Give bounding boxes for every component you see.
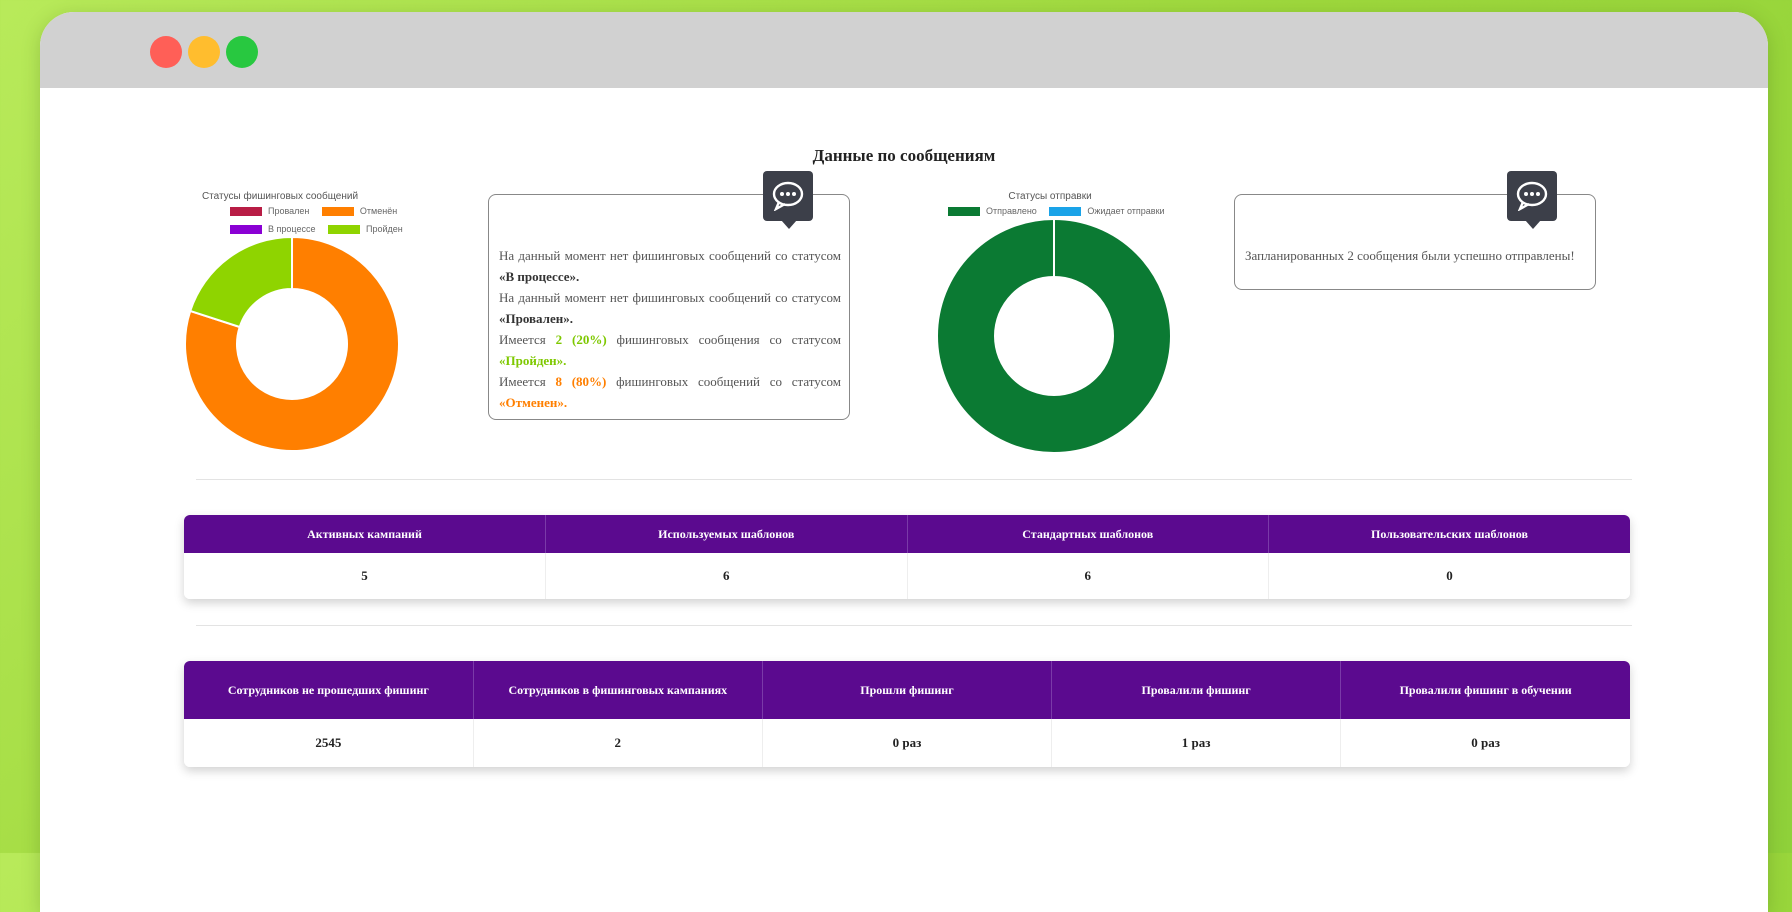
legend-label: Ожидает отправки [1087,206,1165,216]
maximize-window-button[interactable] [226,36,258,68]
campaign-stats-table: Активных кампаний Используемых шаблонов … [184,515,1630,599]
send-info-box: Запланированных 2 сообщения были успешно… [1234,171,1596,290]
legend-label: В процессе [268,224,316,234]
column-header: Прошли фишинг [762,661,1053,719]
window-titlebar [40,12,1768,88]
failed-in-training-value: 0 раз [1340,719,1630,767]
phishing-status-donut-chart [184,235,400,452]
info-line-cancelled: Имеется 8 (80%) фишинговых сообщений со … [499,374,842,410]
info-line-in-progress: На данный момент нет фишинговых сообщени… [499,248,841,284]
info-line-failed: На данный момент нет фишинговых сообщени… [499,290,841,326]
chat-bubble-icon [1507,171,1557,229]
close-window-button[interactable] [150,36,182,68]
legend-swatch [948,206,980,216]
legend-item-cancelled[interactable]: Отменён [321,202,398,220]
not-phished-employees-value: 2545 [184,719,474,767]
phishing-chart-legend: Провален Отменён В процессе Пройден [230,202,430,238]
column-header: Используемых шаблонов [545,515,908,553]
chat-bubble-icon [763,171,813,229]
minimize-window-button[interactable] [188,36,220,68]
failed-phishing-value: 1 раз [1051,719,1342,767]
donut-slice-Пройден[interactable] [188,235,293,329]
legend-label: Провален [268,206,310,216]
passed-phishing-value: 0 раз [762,719,1053,767]
browser-window: Данные по сообщениям Статусы фишинговых … [40,12,1768,912]
table-header-row: Активных кампаний Используемых шаблонов … [184,515,1630,553]
send-status-donut-chart [935,218,1173,454]
column-header: Сотрудников в фишинговых кампаниях [473,661,763,719]
legend-swatch [327,224,360,234]
section-title: Данные по сообщениям [812,146,996,165]
column-header: Провалили фишинг [1051,661,1342,719]
legend-swatch [230,206,262,216]
column-header: Активных кампаний [184,515,546,553]
column-header: Стандартных шаблонов [907,515,1269,553]
info-line-passed: Имеется 2 (20%) фишинговых сообщения со … [499,332,841,368]
legend-swatch [321,206,354,216]
legend-swatch [230,224,262,234]
legend-label: Отменён [359,206,398,216]
divider [196,625,1632,626]
legend-item-failed[interactable]: Провален [230,202,309,220]
column-header: Пользовательских шаблонов [1268,515,1630,553]
column-header: Сотрудников не прошедших фишинг [184,661,474,719]
legend-label: Отправлено [986,206,1037,216]
used-templates-value: 6 [545,553,908,599]
dashboard-content: Данные по сообщениям Статусы фишинговых … [40,88,1768,912]
column-header: Провалили фишинг в обучении [1340,661,1630,719]
table-row: 5 6 6 0 [184,553,1630,599]
divider [196,479,1632,480]
custom-templates-value: 0 [1268,553,1630,599]
employees-in-campaigns-value: 2 [473,719,763,767]
phishing-info-box: На данный момент нет фишинговых сообщени… [488,171,850,420]
table-header-row: Сотрудников не прошедших фишинг Сотрудни… [184,661,1630,719]
table-row: 2545 2 0 раз 1 раз 0 раз [184,719,1630,767]
standard-templates-value: 6 [907,553,1269,599]
active-campaigns-value: 5 [184,553,546,599]
phishing-chart-title: Статусы фишинговых сообщений [201,191,359,202]
legend-swatch [1049,206,1082,216]
send-info-text: Запланированных 2 сообщения были успешно… [1245,248,1575,263]
send-chart-title: Статусы отправки [1008,191,1092,202]
employee-stats-table: Сотрудников не прошедших фишинг Сотрудни… [184,661,1630,767]
legend-label: Пройден [365,224,403,234]
